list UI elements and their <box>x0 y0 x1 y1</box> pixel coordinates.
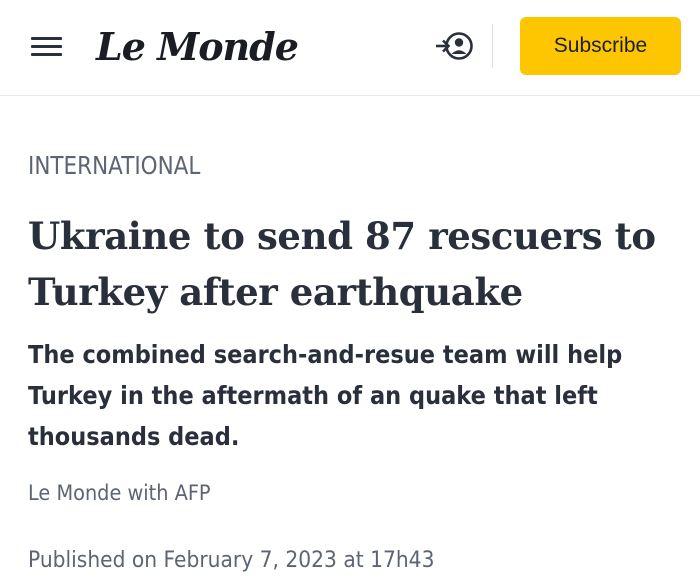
menu-bar <box>31 53 62 56</box>
publication-date: Published on February 7, 2023 at 17h43 <box>28 548 435 573</box>
menu-bar <box>31 37 62 40</box>
login-user-icon[interactable] <box>432 28 476 64</box>
site-header: Le Monde Subscribe <box>0 0 700 96</box>
article-byline: Le Monde with AFP <box>28 481 211 505</box>
article-standfirst: The combined search-and-resue team will … <box>28 340 623 451</box>
section-label[interactable]: INTERNATIONAL <box>28 151 200 180</box>
article-headline: Ukraine to send 87 rescuers to Turkey af… <box>28 214 656 314</box>
menu-bar <box>31 45 62 48</box>
site-logo[interactable]: Le Monde <box>96 22 299 72</box>
hamburger-menu-icon[interactable] <box>28 32 66 60</box>
header-divider <box>492 24 493 68</box>
subscribe-button[interactable]: Subscribe <box>520 17 681 75</box>
